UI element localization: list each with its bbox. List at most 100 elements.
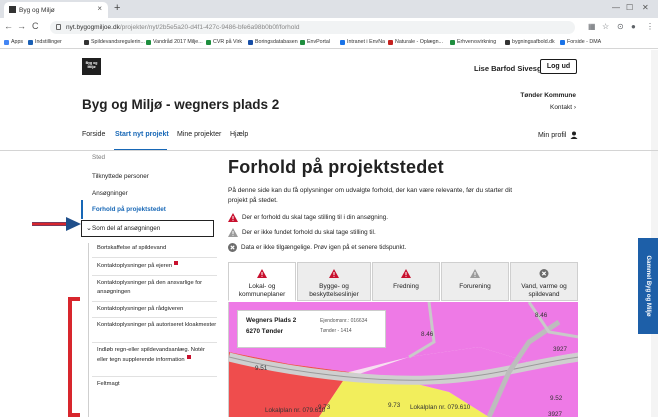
bookmark-item[interactable]: Boringsdatabasen — [248, 39, 298, 45]
bookmark-favicon-icon — [505, 39, 510, 45]
map-card-area: Tønder - 1414 — [320, 328, 352, 334]
user-icon — [570, 131, 578, 139]
page-scrollbar[interactable] — [651, 50, 658, 417]
site-logo[interactable]: Byg og Miljø — [82, 58, 101, 75]
condition-tab[interactable]: Vand, varme og spildevand — [510, 262, 578, 301]
bookmark-favicon-icon — [206, 39, 211, 45]
condition-tab-label: Fredning — [393, 283, 419, 290]
condition-tab[interactable]: Lokal- og kommuneplaner — [228, 262, 296, 301]
logo-text: Byg og Miljø — [85, 61, 98, 69]
map-label: 9.51 — [255, 365, 268, 372]
sidebar-item-ansoegninger[interactable]: Ansøgninger — [92, 190, 128, 197]
sidebar-group-label: Som del af ansøgningen — [92, 225, 161, 232]
bookmark-label: bygningsafbold.dk — [512, 39, 555, 45]
bookmark-label: Erhvervsvirkning — [457, 39, 497, 45]
url-path: /projekter/nyt/2b5e5a20-d4f1-427c-9486-b… — [119, 24, 300, 31]
sidebar-sub-item[interactable]: Indløb regn-eller spildevandsanlæg. Noté… — [97, 346, 217, 364]
sidebar-item-sted[interactable]: Sted — [92, 154, 105, 161]
profile-link[interactable]: Min profil — [538, 131, 578, 139]
nav-item-hjaelp[interactable]: Hjælp — [230, 131, 248, 138]
browser-tab-strip: Byg og Miljø × + — ☐ ✕ — [0, 0, 658, 18]
nav-divider — [0, 150, 658, 151]
sidebar-item-forhold[interactable]: Forhold på projektstedet — [92, 206, 166, 213]
close-tab-icon[interactable]: × — [97, 4, 102, 13]
forward-icon[interactable]: → — [17, 21, 26, 31]
bookmark-item[interactable]: Naturale - Oplægn... — [388, 39, 443, 45]
back-icon[interactable]: ← — [4, 21, 13, 31]
bookmark-favicon-icon — [84, 39, 89, 45]
condition-tab[interactable]: Forurening — [441, 262, 509, 301]
bookmark-item[interactable]: Intranet i EnvNa — [340, 39, 385, 45]
sidebar-tree-line — [88, 243, 89, 417]
condition-tab-label: Lokal- og kommuneplaner — [238, 283, 286, 298]
sidebar-sub-divider — [92, 257, 217, 258]
legend-row: Der er ikke fundet forhold du skal tage … — [228, 228, 376, 237]
browser-tab[interactable]: Byg og Miljø × — [4, 2, 108, 18]
nav-item-start-nyt-projekt[interactable]: Start nyt projekt — [115, 131, 169, 138]
condition-tab[interactable]: Bygge- og beskyttelseslinjer — [297, 262, 371, 301]
nav-item-forside[interactable]: Forside — [82, 131, 105, 138]
sidebar-sub-item[interactable]: Kontaktoplysninger på autoriseret kloakm… — [97, 321, 217, 330]
profile-avatar-icon[interactable]: ● — [631, 22, 636, 31]
bookmark-label: EnvPortal — [307, 39, 330, 45]
bookmark-item[interactable]: bygningsafbold.dk — [505, 39, 555, 45]
menu-icon[interactable]: ⋮ — [646, 22, 654, 31]
bookmark-favicon-icon — [560, 39, 565, 45]
bookmark-label: Vandråd 2017 Milje... — [153, 39, 203, 45]
minimize-icon[interactable]: — — [612, 3, 620, 12]
bookmark-favicon-icon — [28, 39, 33, 45]
sidebar-sub-item[interactable]: Feltmagt — [97, 380, 217, 389]
contact-link[interactable]: Kontakt › — [500, 104, 576, 111]
warning-red-icon — [329, 269, 339, 278]
translate-icon[interactable]: ▦ — [588, 22, 596, 31]
new-tab-icon[interactable]: + — [114, 2, 120, 14]
star-icon[interactable]: ☆ — [602, 22, 609, 31]
bookmark-label: Indstillinger — [35, 39, 62, 45]
sidebar-sub-divider — [92, 301, 217, 302]
map-info-card: Wegners Plads 2 6270 Tønder Ejendomsnr.:… — [237, 310, 386, 348]
sidebar-sub-item-label: Bortskaffelse af spildevand — [97, 245, 167, 251]
bookmark-favicon-icon — [450, 39, 455, 45]
bookmark-item[interactable]: Indstillinger — [28, 39, 62, 45]
maximize-icon[interactable]: ☐ — [626, 3, 633, 12]
annotation-bracket — [68, 297, 80, 417]
sidebar-item-tilknyttede-personer[interactable]: Tilknyttede personer — [92, 173, 149, 180]
bookmark-item[interactable]: EnvPortal — [300, 39, 330, 45]
old-version-side-tab[interactable]: Gammel Byg og Miljø — [638, 238, 658, 334]
map-card-city: 6270 Tønder — [246, 328, 284, 335]
warning-gray-icon — [470, 269, 480, 278]
legend-text: Der er ikke fundet forhold du skal tage … — [242, 229, 376, 236]
sidebar-group-toggle[interactable]: ⌄ Som del af ansøgningen — [81, 220, 214, 237]
browser-toolbar: ← → C nyt.bygogmiljoe.dk/projekter/nyt/2… — [0, 18, 658, 36]
sidebar-sub-item[interactable]: Kontaktoplysninger på den ansvarlige for… — [97, 279, 217, 296]
condition-tab[interactable]: Fredning — [372, 262, 440, 301]
bookmark-item[interactable]: Apps — [4, 39, 23, 45]
sidebar-sub-item[interactable]: Kontaktoplysninger på rådgiveren — [97, 305, 217, 314]
address-bar[interactable]: nyt.bygogmiljoe.dk/projekter/nyt/2b5e5a2… — [50, 21, 575, 34]
bookmark-item[interactable]: CVR på Virk — [206, 39, 242, 45]
bookmark-item[interactable]: Forside - DMA — [560, 39, 601, 45]
sidebar-sub-item[interactable]: Bortskaffelse af spildevand — [97, 244, 217, 253]
sidebar-sub-divider — [92, 376, 217, 377]
sidebar-sub-item[interactable]: Kontaktoplysninger på ejeren — [97, 261, 217, 271]
reload-icon[interactable]: C — [32, 21, 39, 31]
extension-icon[interactable]: ⊙ — [617, 22, 624, 31]
bookmark-item[interactable]: Spildevandsregulerin... — [84, 39, 145, 45]
sidebar-sub-divider — [92, 342, 217, 343]
nav-item-mine-projekter[interactable]: Mine projekter — [177, 131, 221, 138]
bookmark-label: Forside - DMA — [567, 39, 602, 45]
legend-row: Der er forhold du skal tage stilling til… — [228, 213, 388, 222]
sidebar-sub-divider — [92, 317, 217, 318]
bookmark-item[interactable]: Erhvervsvirkning — [450, 39, 496, 45]
required-marker-icon — [174, 261, 179, 265]
bookmark-label: Intranet i EnvNa — [347, 39, 385, 45]
condition-tab-label: Forurening — [459, 283, 491, 290]
annotation-arrow — [32, 217, 81, 231]
close-window-icon[interactable]: ✕ — [642, 3, 649, 12]
sidebar-sub-divider — [92, 275, 217, 276]
map-label: Lokalplan nr. 079.610 — [265, 407, 326, 414]
bookmark-item[interactable]: Vandråd 2017 Milje... — [146, 39, 203, 45]
logout-button[interactable]: Log ud — [540, 59, 577, 74]
bookmark-label: Naturale - Oplægn... — [395, 39, 443, 45]
bookmark-label: Spildevandsregulerin... — [91, 39, 145, 45]
